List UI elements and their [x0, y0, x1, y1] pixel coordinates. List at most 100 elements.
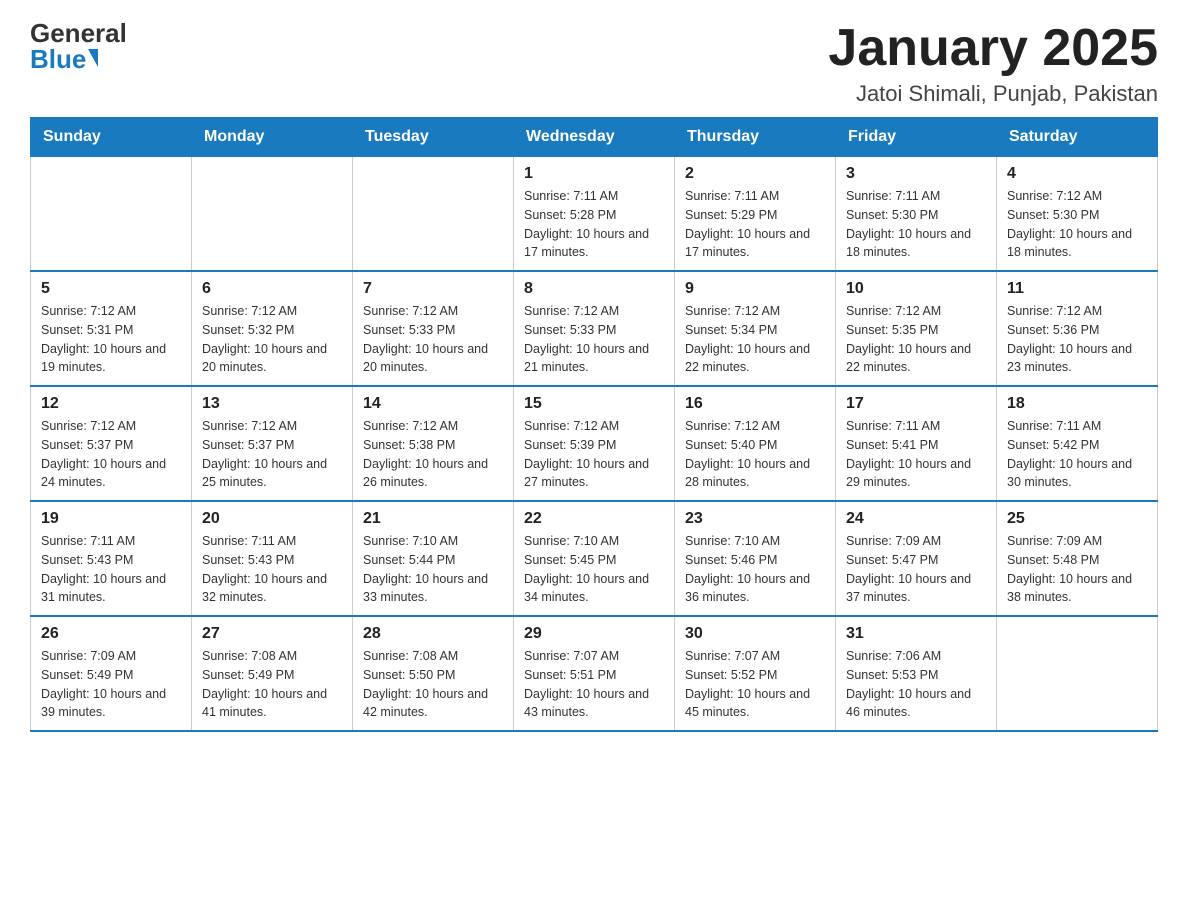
calendar-table: SundayMondayTuesdayWednesdayThursdayFrid… [30, 117, 1158, 732]
day-info: Sunrise: 7:11 AM Sunset: 5:43 PM Dayligh… [41, 532, 181, 607]
logo-blue-text: Blue [30, 46, 98, 72]
calendar-cell: 4Sunrise: 7:12 AM Sunset: 5:30 PM Daylig… [997, 157, 1158, 272]
calendar-cell: 17 Sunrise: 7:11 AM Sunset: 5:41 PM Dayli… [836, 386, 997, 501]
calendar-cell: 27 Sunrise: 7:08 AM Sunset: 5:49 PM Dayli… [192, 616, 353, 731]
calendar-cell: 21 Sunrise: 7:10 AM Sunset: 5:44 PM Dayli… [353, 501, 514, 616]
day-info: Sunrise: 7:08 AM Sunset: 5:49 PM Dayligh… [202, 647, 342, 722]
day-number: 19 [41, 510, 181, 528]
column-header-tuesday: Tuesday [353, 118, 514, 157]
column-header-friday: Friday [836, 118, 997, 157]
day-info: Sunrise: 7:12 AM Sunset: 5:36 PM Dayligh… [1007, 302, 1147, 377]
day-number: 12 [41, 395, 181, 413]
day-number: 5 [41, 280, 181, 298]
day-number: 11 [1007, 280, 1147, 298]
week-row-4: 19 Sunrise: 7:11 AM Sunset: 5:43 PM Dayli… [31, 501, 1158, 616]
calendar-cell [997, 616, 1158, 731]
week-row-3: 12 Sunrise: 7:12 AM Sunset: 5:37 PM Dayli… [31, 386, 1158, 501]
day-number: 27 [202, 625, 342, 643]
day-number: 21 [363, 510, 503, 528]
calendar-cell: 11 Sunrise: 7:12 AM Sunset: 5:36 PM Dayli… [997, 271, 1158, 386]
day-number: 15 [524, 395, 664, 413]
day-number: 8 [524, 280, 664, 298]
day-info: Sunrise: 7:12 AM Sunset: 5:35 PM Dayligh… [846, 302, 986, 377]
day-info: Sunrise: 7:10 AM Sunset: 5:44 PM Dayligh… [363, 532, 503, 607]
day-info: Sunrise: 7:12 AM Sunset: 5:33 PM Dayligh… [363, 302, 503, 377]
calendar-cell: 1Sunrise: 7:11 AM Sunset: 5:28 PM Daylig… [514, 157, 675, 272]
calendar-cell: 28 Sunrise: 7:08 AM Sunset: 5:50 PM Dayli… [353, 616, 514, 731]
calendar-cell: 16 Sunrise: 7:12 AM Sunset: 5:40 PM Dayli… [675, 386, 836, 501]
day-info: Sunrise: 7:09 AM Sunset: 5:49 PM Dayligh… [41, 647, 181, 722]
calendar-cell: 8 Sunrise: 7:12 AM Sunset: 5:33 PM Daylig… [514, 271, 675, 386]
day-info: Sunrise: 7:09 AM Sunset: 5:48 PM Dayligh… [1007, 532, 1147, 607]
day-info: Sunrise: 7:12 AM Sunset: 5:37 PM Dayligh… [202, 417, 342, 492]
day-number: 7 [363, 280, 503, 298]
calendar-cell: 29Sunrise: 7:07 AM Sunset: 5:51 PM Dayli… [514, 616, 675, 731]
week-row-5: 26 Sunrise: 7:09 AM Sunset: 5:49 PM Dayli… [31, 616, 1158, 731]
calendar-cell: 12Sunrise: 7:12 AM Sunset: 5:37 PM Dayli… [31, 386, 192, 501]
day-number: 31 [846, 625, 986, 643]
day-info: Sunrise: 7:12 AM Sunset: 5:40 PM Dayligh… [685, 417, 825, 492]
day-number: 2 [685, 165, 825, 183]
calendar-cell: 26 Sunrise: 7:09 AM Sunset: 5:49 PM Dayli… [31, 616, 192, 731]
calendar-cell [31, 157, 192, 272]
calendar-cell: 24 Sunrise: 7:09 AM Sunset: 5:47 PM Dayli… [836, 501, 997, 616]
day-number: 28 [363, 625, 503, 643]
day-number: 29 [524, 625, 664, 643]
day-info: Sunrise: 7:12 AM Sunset: 5:39 PM Dayligh… [524, 417, 664, 492]
calendar-body: 1Sunrise: 7:11 AM Sunset: 5:28 PM Daylig… [31, 157, 1158, 732]
day-info: Sunrise: 7:06 AM Sunset: 5:53 PM Dayligh… [846, 647, 986, 722]
calendar-cell: 30Sunrise: 7:07 AM Sunset: 5:52 PM Dayli… [675, 616, 836, 731]
day-info: Sunrise: 7:11 AM Sunset: 5:30 PM Dayligh… [846, 187, 986, 262]
day-number: 22 [524, 510, 664, 528]
day-info: Sunrise: 7:10 AM Sunset: 5:46 PM Dayligh… [685, 532, 825, 607]
week-row-2: 5Sunrise: 7:12 AM Sunset: 5:31 PM Daylig… [31, 271, 1158, 386]
day-number: 9 [685, 280, 825, 298]
logo-triangle-icon [88, 49, 98, 67]
calendar-cell: 15 Sunrise: 7:12 AM Sunset: 5:39 PM Dayli… [514, 386, 675, 501]
calendar-cell: 6Sunrise: 7:12 AM Sunset: 5:32 PM Daylig… [192, 271, 353, 386]
calendar-cell: 2Sunrise: 7:11 AM Sunset: 5:29 PM Daylig… [675, 157, 836, 272]
calendar-cell [353, 157, 514, 272]
calendar-header: SundayMondayTuesdayWednesdayThursdayFrid… [31, 118, 1158, 157]
column-header-wednesday: Wednesday [514, 118, 675, 157]
calendar-cell [192, 157, 353, 272]
day-number: 16 [685, 395, 825, 413]
day-info: Sunrise: 7:09 AM Sunset: 5:47 PM Dayligh… [846, 532, 986, 607]
day-number: 18 [1007, 395, 1147, 413]
day-number: 17 [846, 395, 986, 413]
calendar-cell: 18 Sunrise: 7:11 AM Sunset: 5:42 PM Dayli… [997, 386, 1158, 501]
calendar-cell: 25 Sunrise: 7:09 AM Sunset: 5:48 PM Dayli… [997, 501, 1158, 616]
calendar-subtitle: Jatoi Shimali, Punjab, Pakistan [828, 81, 1158, 107]
title-section: January 2025 Jatoi Shimali, Punjab, Paki… [828, 20, 1158, 107]
calendar-cell: 23 Sunrise: 7:10 AM Sunset: 5:46 PM Dayli… [675, 501, 836, 616]
day-number: 24 [846, 510, 986, 528]
column-header-sunday: Sunday [31, 118, 192, 157]
day-info: Sunrise: 7:11 AM Sunset: 5:41 PM Dayligh… [846, 417, 986, 492]
day-info: Sunrise: 7:10 AM Sunset: 5:45 PM Dayligh… [524, 532, 664, 607]
calendar-cell: 20Sunrise: 7:11 AM Sunset: 5:43 PM Dayli… [192, 501, 353, 616]
day-info: Sunrise: 7:11 AM Sunset: 5:28 PM Dayligh… [524, 187, 664, 262]
day-number: 14 [363, 395, 503, 413]
week-row-1: 1Sunrise: 7:11 AM Sunset: 5:28 PM Daylig… [31, 157, 1158, 272]
day-info: Sunrise: 7:11 AM Sunset: 5:42 PM Dayligh… [1007, 417, 1147, 492]
day-number: 26 [41, 625, 181, 643]
day-info: Sunrise: 7:12 AM Sunset: 5:33 PM Dayligh… [524, 302, 664, 377]
calendar-cell: 10 Sunrise: 7:12 AM Sunset: 5:35 PM Dayli… [836, 271, 997, 386]
day-info: Sunrise: 7:08 AM Sunset: 5:50 PM Dayligh… [363, 647, 503, 722]
day-number: 20 [202, 510, 342, 528]
day-number: 23 [685, 510, 825, 528]
column-header-monday: Monday [192, 118, 353, 157]
calendar-cell: 3Sunrise: 7:11 AM Sunset: 5:30 PM Daylig… [836, 157, 997, 272]
day-number: 25 [1007, 510, 1147, 528]
column-header-saturday: Saturday [997, 118, 1158, 157]
calendar-cell: 13 Sunrise: 7:12 AM Sunset: 5:37 PM Dayli… [192, 386, 353, 501]
calendar-cell: 22 Sunrise: 7:10 AM Sunset: 5:45 PM Dayli… [514, 501, 675, 616]
logo: General Blue [30, 20, 127, 72]
header-row: SundayMondayTuesdayWednesdayThursdayFrid… [31, 118, 1158, 157]
day-number: 10 [846, 280, 986, 298]
column-header-thursday: Thursday [675, 118, 836, 157]
calendar-title: January 2025 [828, 20, 1158, 77]
calendar-cell: 7 Sunrise: 7:12 AM Sunset: 5:33 PM Daylig… [353, 271, 514, 386]
day-info: Sunrise: 7:12 AM Sunset: 5:38 PM Dayligh… [363, 417, 503, 492]
day-number: 13 [202, 395, 342, 413]
